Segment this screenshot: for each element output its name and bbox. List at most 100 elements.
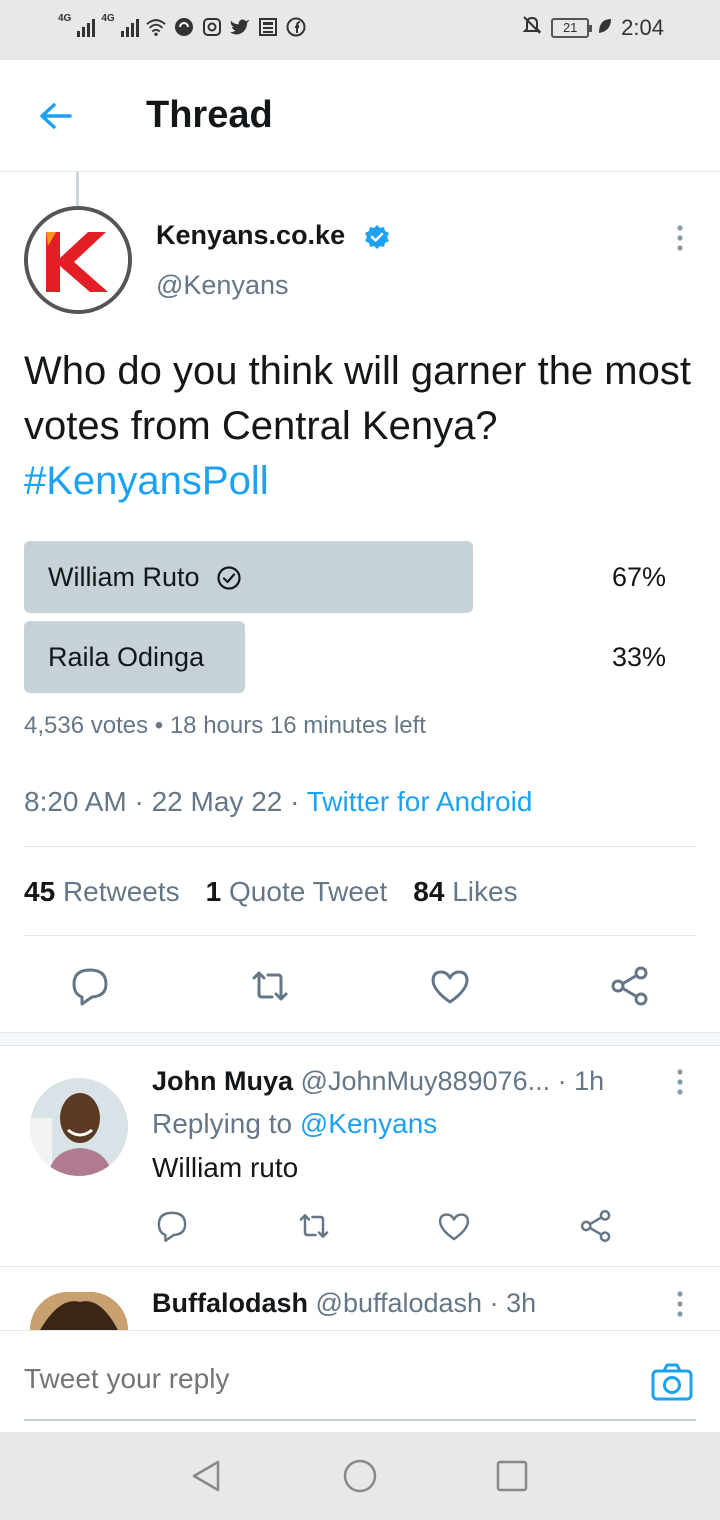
likes-label: Likes [452, 876, 518, 907]
reply-avatar-john[interactable] [30, 1078, 128, 1176]
poll-option-label: Raila Odinga [48, 642, 204, 673]
nav-back-button[interactable] [186, 1456, 226, 1496]
reply-author-handle[interactable]: @buffalodash [316, 1288, 483, 1318]
likes-count: 84 [413, 876, 445, 907]
back-button[interactable] [36, 96, 76, 136]
tweet-stats: 45 Retweets 1 Quote Tweet 84 Likes [24, 876, 518, 908]
reply-input-underline [24, 1419, 696, 1421]
reply-more-button[interactable] [668, 1288, 692, 1320]
share-button[interactable] [608, 964, 652, 1008]
reply-author-handle[interactable]: @JohnMuy889076... [301, 1066, 551, 1096]
retweets-label: Retweets [62, 876, 180, 907]
reply-retweet-button[interactable] [296, 1208, 332, 1244]
sync-icon [173, 16, 195, 38]
retweet-icon [252, 971, 288, 1001]
status-bar: 4G 4G 21 2:04 [0, 0, 720, 60]
status-right: 21 2:04 [521, 14, 664, 42]
divider [0, 1266, 720, 1267]
replying-prefix: Replying to [152, 1108, 300, 1139]
reply-share-button[interactable] [578, 1208, 614, 1244]
app-header: Thread [0, 60, 720, 172]
poll-option-text: Raila Odinga [48, 642, 205, 672]
tweet-timestamp: 8:20 AM · 22 May 22 · Twitter for Androi… [24, 786, 532, 818]
square-recents-icon [496, 1460, 528, 1492]
network-type-2: 4G [101, 13, 115, 24]
reply-author-name[interactable]: John Muya [152, 1066, 293, 1096]
reply-composer [0, 1330, 720, 1432]
battery-indicator: 21 [551, 18, 593, 38]
wifi-icon [145, 16, 167, 38]
divider [24, 935, 696, 936]
person-photo-icon [30, 1078, 128, 1176]
like-button[interactable] [428, 964, 472, 1008]
nav-home-button[interactable] [340, 1456, 380, 1496]
news-icon [257, 16, 279, 38]
heart-icon [438, 1213, 470, 1241]
more-vertical-icon [677, 225, 683, 251]
circle-home-icon [343, 1459, 377, 1493]
author-handle[interactable]: @Kenyans [156, 270, 288, 301]
author-avatar[interactable] [24, 206, 132, 314]
signal-icon [77, 17, 96, 37]
tweet-text: Who do you think will garner the most vo… [24, 344, 694, 509]
back-arrow-icon [40, 103, 72, 129]
leaf-icon [597, 15, 613, 41]
status-left: 4G 4G [58, 13, 307, 38]
reply-avatar-buffalodash[interactable] [30, 1292, 128, 1330]
reply-more-button[interactable] [668, 1066, 692, 1098]
poll-option-ruto: William Ruto 67% [24, 541, 694, 613]
person-photo-icon [30, 1292, 128, 1330]
kenyans-logo-icon [28, 210, 128, 310]
network-type-1: 4G [58, 13, 72, 24]
author-name[interactable]: Kenyans.co.ke [156, 220, 345, 251]
triangle-back-icon [192, 1460, 220, 1492]
tweet-source-link[interactable]: Twitter for Android [307, 786, 533, 817]
share-icon [580, 1210, 611, 1242]
divider [24, 846, 696, 847]
more-options-button[interactable] [668, 222, 692, 254]
retweets-stat[interactable]: 45 Retweets [24, 876, 180, 908]
heart-icon [431, 970, 469, 1004]
system-nav-bar [0, 1432, 720, 1520]
quotes-stat[interactable]: 1 Quote Tweet [206, 876, 388, 908]
reply-header: Buffalodash @buffalodash · 3h [152, 1288, 536, 1319]
verified-badge-icon [365, 225, 389, 249]
facebook-icon [285, 16, 307, 38]
twitter-icon [229, 16, 251, 38]
reply-input[interactable] [24, 1363, 584, 1395]
poll-option-percent: 67% [611, 562, 666, 592]
reply-header: John Muya @JohnMuy889076... · 1h [152, 1066, 604, 1097]
reply-time: · 3h [489, 1288, 537, 1318]
tweet-body: Who do you think will garner the most vo… [24, 349, 691, 448]
page-title: Thread [146, 94, 273, 136]
reply-author-name[interactable]: Buffalodash [152, 1288, 308, 1318]
poll-option-text: William Ruto [48, 562, 200, 592]
camera-button[interactable] [650, 1361, 694, 1405]
nav-recents-button[interactable] [492, 1456, 532, 1496]
section-separator [0, 1032, 720, 1046]
likes-stat[interactable]: 84 Likes [413, 876, 517, 908]
instagram-icon [201, 16, 223, 38]
reply-button[interactable] [68, 964, 112, 1008]
replying-to: Replying to @Kenyans [152, 1108, 437, 1140]
hashtag-link[interactable]: #KenyansPoll [24, 459, 269, 503]
replying-to-link[interactable]: @Kenyans [300, 1108, 437, 1139]
share-icon [611, 966, 648, 1006]
more-vertical-icon [677, 1069, 683, 1095]
winner-check-icon [216, 565, 241, 590]
tweet-time: 8:20 AM · 22 May 22 · [24, 786, 307, 817]
quotes-count: 1 [205, 876, 222, 907]
thread-line [76, 172, 79, 206]
reply-reply-button[interactable] [154, 1208, 190, 1244]
retweets-count: 45 [24, 876, 56, 907]
poll-meta: 4,536 votes • 18 hours 16 minutes left [24, 712, 426, 739]
camera-icon [651, 1363, 693, 1401]
reply-like-button[interactable] [436, 1208, 472, 1244]
poll-option-percent: 33% [611, 642, 666, 672]
retweet-icon [299, 1214, 329, 1238]
poll-option-odinga: Raila Odinga 33% [24, 621, 694, 693]
mute-icon [521, 14, 543, 42]
quotes-label: Quote Tweet [229, 876, 388, 907]
retweet-button[interactable] [248, 964, 292, 1008]
reply-icon [72, 968, 108, 1006]
